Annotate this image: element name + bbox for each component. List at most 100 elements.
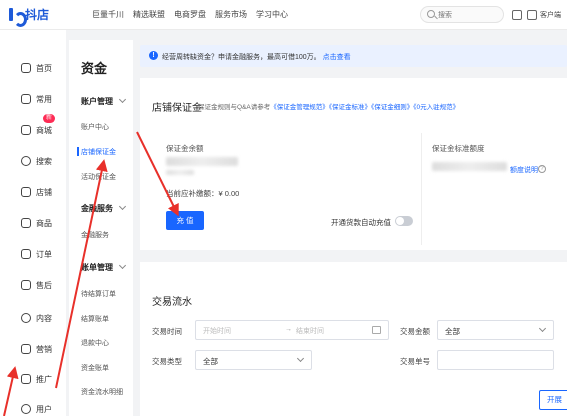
sub-sidebar-title: 资金 [81, 61, 108, 76]
amount-label: 交易金额 [400, 327, 430, 336]
sidebar-item-label: 首页 [36, 63, 52, 73]
date-range-picker[interactable]: 开始时间 → 结束时间 [195, 320, 389, 340]
sidebar-item-user[interactable]: 用户 [0, 396, 66, 416]
balance-panel-divider [152, 133, 422, 245]
search-icon [21, 156, 31, 166]
top-nav-item[interactable]: 精选联盟 [133, 9, 165, 20]
notice-link[interactable]: 点击查看 [323, 54, 351, 61]
top-bar: 抖店 巨量千川 精选联盟 电商罗盘 服务市场 学习中心 客户端 [0, 0, 567, 30]
rule-link[interactable]: 《保证金标准》 [329, 104, 371, 111]
active-indicator [77, 147, 79, 156]
sidebar-item-mall[interactable]: 商城 新 [0, 114, 66, 143]
sidebar-item-marketing[interactable]: 营销 [0, 336, 66, 362]
sidebar-item-label: 营销 [36, 344, 52, 354]
top-nav-item[interactable]: 电商罗盘 [174, 9, 206, 20]
top-nav-item[interactable]: 服务市场 [215, 9, 247, 20]
expand-button[interactable]: 开展 [539, 390, 567, 410]
start-time-input[interactable]: 开始时间 [203, 326, 231, 336]
quota-detail-link[interactable]: 额度说明 [510, 165, 538, 175]
sub-item-pending-orders[interactable]: 待结算订单 [81, 289, 116, 299]
rule-link[interactable]: 《0元入驻规范》 [413, 104, 459, 111]
sidebar-item-label: 售后 [36, 280, 52, 290]
top-nav-item[interactable]: 学习中心 [256, 9, 288, 20]
notice-text: 经营周转缺资金？申请金融服务，最高可借100万。 点击查看 [162, 52, 351, 62]
client-label[interactable]: 客户端 [540, 10, 561, 20]
deposit-card: 店铺保证金 保证金规则与Q&A请参考《保证金管理规范》《保证金标准》《保证金细则… [140, 78, 567, 250]
top-nav: 巨量千川 精选联盟 电商罗盘 服务市场 学习中心 [92, 9, 288, 20]
chevron-down-icon[interactable] [118, 202, 127, 211]
standard-value-blurred [432, 162, 507, 171]
star-icon [21, 94, 31, 104]
marketing-icon [21, 344, 31, 354]
logo[interactable]: 抖店 [8, 6, 50, 27]
question-icon[interactable]: ? [538, 165, 546, 173]
rule-link[interactable]: 《保证金管理规范》 [270, 104, 329, 111]
sub-item-shop-deposit[interactable]: 店铺保证金 [81, 147, 116, 157]
transaction-card: 交易流水 交易时间 开始时间 → 结束时间 交易金额 全部 交易类型 全部 交易… [140, 262, 567, 416]
top-nav-item[interactable]: 巨量千川 [92, 9, 124, 20]
sub-item-account-center[interactable]: 账户中心 [81, 122, 109, 132]
sidebar-item-goods[interactable]: 商品 [0, 210, 66, 236]
amount-select-value: 全部 [445, 327, 460, 336]
deposit-subtitle-text: 保证金规则与Q&A请参考 [198, 104, 271, 111]
search-icon [427, 10, 435, 18]
amount-select[interactable]: 全部 [437, 320, 554, 340]
aftersale-icon [21, 280, 31, 290]
sidebar-item-promote[interactable]: 推广 [0, 366, 66, 392]
standard-label: 保证金标准额度 [432, 144, 485, 153]
chevron-down-icon [296, 354, 305, 363]
order-icon [21, 249, 31, 259]
group-bills[interactable]: 账单管理 [81, 262, 113, 273]
chevron-down-icon [538, 324, 547, 333]
sub-item-fund-bills[interactable]: 资金账单 [81, 363, 109, 373]
sidebar-item-label: 常用 [36, 94, 52, 104]
logo-text: 抖店 [25, 8, 50, 22]
notice-bar: ! 经营周转缺资金？申请金融服务，最高可借100万。 点击查看 [140, 45, 567, 67]
client-icon[interactable] [527, 10, 537, 20]
mall-icon [21, 125, 31, 135]
group-account[interactable]: 账户管理 [81, 96, 113, 107]
top-search-input[interactable] [438, 9, 498, 21]
user-icon [21, 404, 31, 414]
sidebar-item-shop[interactable]: 店铺 [0, 179, 66, 205]
sub-item-finance-service[interactable]: 金融服务 [81, 230, 109, 240]
deposit-subtitle: 保证金规则与Q&A请参考《保证金管理规范》《保证金标准》《保证金细则》《0元入驻… [198, 101, 459, 111]
sidebar-item-order[interactable]: 订单 [0, 241, 66, 267]
douyin-shop-logo-icon [8, 7, 27, 27]
sidebar-item-label: 商城 [36, 125, 52, 135]
sidebar-item-label: 推广 [36, 374, 52, 384]
message-icon[interactable] [512, 10, 522, 20]
sub-item-settle-bills[interactable]: 结算账单 [81, 314, 109, 324]
sub-sidebar: 资金 账户管理 账户中心 店铺保证金 活动保证金 金融服务 金融服务 账单管理 … [69, 40, 133, 416]
goods-icon [21, 218, 31, 228]
transaction-title: 交易流水 [152, 297, 192, 308]
sidebar-item-aftersale[interactable]: 售后 [0, 272, 66, 298]
top-search[interactable] [420, 6, 504, 23]
sub-item-refund-center[interactable]: 退款中心 [81, 338, 109, 348]
sidebar-item-search[interactable]: 搜索 [0, 148, 66, 174]
sidebar-item-label: 商品 [36, 218, 52, 228]
rule-link[interactable]: 《保证金细则》 [371, 104, 413, 111]
sidebar-item-content[interactable]: 内容 [0, 305, 66, 331]
sidebar-item-common[interactable]: 常用 [0, 86, 66, 112]
sidebar-item-home[interactable]: 首页 [0, 55, 66, 81]
content-icon [21, 313, 31, 323]
type-select[interactable]: 全部 [195, 350, 312, 370]
sidebar-item-label: 搜索 [36, 156, 52, 166]
calendar-icon [372, 326, 381, 334]
group-finance[interactable]: 金融服务 [81, 203, 113, 214]
sub-item-fund-flow[interactable]: 资金流水明细 [81, 387, 123, 397]
chevron-down-icon[interactable] [118, 95, 127, 104]
order-no-input[interactable] [437, 350, 554, 370]
sub-item-activity-deposit[interactable]: 活动保证金 [81, 172, 116, 182]
chevron-down-icon[interactable] [118, 261, 127, 270]
new-badge: 新 [43, 114, 56, 123]
sidebar-item-label: 内容 [36, 313, 52, 323]
home-icon [21, 63, 31, 73]
sidebar-item-label: 用户 [36, 404, 52, 414]
end-time-input[interactable]: 结束时间 [296, 326, 324, 336]
time-label: 交易时间 [152, 327, 182, 336]
range-separator: → [285, 326, 292, 333]
order-no-label: 交易单号 [400, 357, 430, 366]
type-select-value: 全部 [203, 357, 218, 366]
